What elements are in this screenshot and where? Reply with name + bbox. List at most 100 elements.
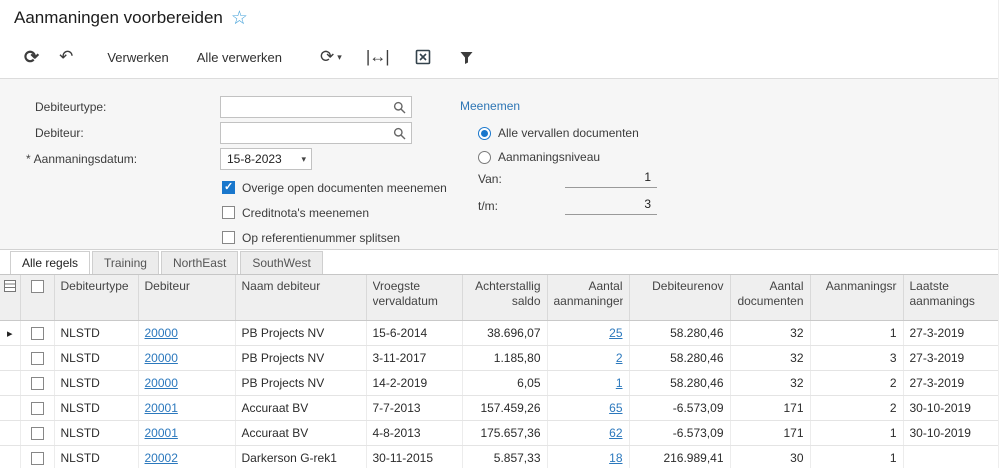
tab-training[interactable]: Training [92, 251, 159, 274]
aantal-aanmaningen-link[interactable]: 18 [609, 451, 622, 465]
tm-value: 3 [644, 197, 651, 211]
meenemen-radio[interactable] [478, 126, 491, 140]
aantal-aanmaningen-link[interactable]: 25 [609, 326, 622, 340]
column-header-achterstallig-saldo[interactable]: Achterstallig saldo [462, 275, 548, 321]
tab-northeast[interactable]: NorthEast [160, 251, 239, 274]
filter-checkbox[interactable] [222, 231, 235, 244]
column-header-laatste-aanmaning[interactable]: Laatste aanmanings [903, 275, 998, 321]
cell-achterstallig-saldo: 175.657,36 [462, 420, 548, 446]
fit-width-icon[interactable]: |↔| [358, 45, 397, 69]
cell-naam-debiteur: Darkerson G-rek1 [235, 445, 367, 468]
cell-debiteurenoverzicht: 216.989,41 [629, 445, 731, 468]
export-excel-icon[interactable] [407, 47, 439, 67]
alle-verwerken-button[interactable]: Alle verwerken [185, 46, 294, 69]
cell-achterstallig-saldo: 6,05 [462, 370, 548, 396]
cell-debiteurenoverzicht: 58.280,46 [629, 320, 731, 346]
debiteur-link[interactable]: 20001 [145, 401, 178, 415]
cell-debiteurtype: NLSTD [54, 395, 139, 421]
app-window: Aanmaningen voorbereiden ☆ ⟳ ↶ Verwerken… [0, 0, 999, 468]
debiteur-label: Debiteur: [35, 126, 84, 140]
filter-checkbox[interactable] [222, 180, 235, 194]
aanmaningsdatum-label: * Aanmaningsdatum: [26, 152, 138, 166]
table-row[interactable]: NLSTD 20001 Accuraat BV 4-8-2013 175.657,36 6… [0, 420, 998, 446]
cell-aantal-aanmaningen: 18 [547, 445, 630, 468]
column-header-debiteurenoverzicht[interactable]: Debiteurenov [629, 275, 731, 321]
cell-vroegste-vervaldatum: 3-11-2017 [366, 345, 463, 371]
cell-aantal-aanmaningen: 62 [547, 420, 630, 446]
cell-aanmaningsniveau: 1 [810, 320, 904, 346]
cell-laatste-aanmaning: 27-3-2019 [903, 320, 998, 346]
debiteurtype-input[interactable] [220, 96, 412, 118]
debiteur-link[interactable]: 20001 [145, 426, 178, 440]
aantal-aanmaningen-link[interactable]: 1 [616, 376, 623, 390]
debiteur-link[interactable]: 20000 [145, 376, 178, 390]
debiteur-link[interactable]: 20000 [145, 351, 178, 365]
cell-aantal-documenten: 32 [730, 345, 811, 371]
column-header-aantal-aanmaningen[interactable]: Aantal aanmaningen [547, 275, 630, 321]
table-row[interactable]: NLSTD 20000 PB Projects NV 14-2-2019 6,05 1 58… [0, 370, 998, 396]
van-input[interactable]: 1 [565, 167, 657, 188]
column-header-aantal-documenten[interactable]: Aantal documenten [730, 275, 811, 321]
debiteurtype-label: Debiteurtype: [35, 100, 107, 114]
cell-aantal-documenten: 171 [730, 395, 811, 421]
column-header-debiteurtype[interactable]: Debiteurtype [54, 275, 139, 321]
debiteur-link[interactable]: 20000 [145, 326, 178, 340]
title-bar: Aanmaningen voorbereiden ☆ [0, 0, 998, 36]
tab-southwest[interactable]: SouthWest [240, 251, 323, 274]
aanmaningsdatum-input[interactable]: 15-8-2023 ▾ [220, 148, 312, 170]
table-row[interactable]: ▸ NLSTD 20000 PB Projects NV 15-6-2014 38.696… [0, 320, 998, 346]
row-checkbox[interactable] [30, 326, 44, 340]
lookup-magnifier-icon[interactable] [393, 101, 406, 114]
row-checkbox[interactable] [30, 401, 44, 415]
filter-checkbox[interactable] [222, 206, 235, 219]
grid-settings-icon[interactable] [0, 275, 21, 321]
lookup-magnifier-icon[interactable] [393, 127, 406, 140]
cell-aanmaningsniveau: 1 [810, 420, 904, 446]
tab-strip: Alle regels Training NorthEast SouthWest [0, 250, 998, 275]
cell-aantal-documenten: 30 [730, 445, 811, 468]
column-header-vroegste-vervaldatum[interactable]: Vroegste vervaldatum [366, 275, 463, 321]
toolbar: ⟳ ↶ Verwerken Alle verwerken ⟳ ▾ |↔| [0, 36, 998, 78]
debiteur-input[interactable] [220, 122, 412, 144]
table-row[interactable]: NLSTD 20002 Darkerson G-rek1 30-11-2015 5.85… [0, 445, 998, 468]
meenemen-radio[interactable] [478, 150, 491, 164]
grid-table: Debiteurtype Debiteur Naam debiteur Vroegst… [0, 275, 998, 468]
verwerken-button[interactable]: Verwerken [95, 46, 180, 69]
required-marker: * [26, 152, 31, 166]
cell-vroegste-vervaldatum: 7-7-2013 [366, 395, 463, 421]
cell-debiteurtype: NLSTD [54, 420, 139, 446]
grid: Debiteurtype Debiteur Naam debiteur Vroegst… [0, 275, 998, 468]
refresh-icon[interactable]: ⟳ [16, 45, 47, 70]
chevron-down-icon: ▾ [337, 51, 342, 62]
reload-dropdown-button[interactable]: ⟳ ▾ [312, 45, 350, 69]
date-dropdown-icon[interactable]: ▾ [301, 154, 306, 165]
table-row[interactable]: NLSTD 20000 PB Projects NV 3-11-2017 1.185,8… [0, 345, 998, 371]
favorite-star-icon[interactable]: ☆ [231, 9, 248, 28]
cell-aantal-aanmaningen: 25 [547, 320, 630, 346]
tab-alle-regels[interactable]: Alle regels [10, 251, 91, 274]
cell-achterstallig-saldo: 157.459,26 [462, 395, 548, 421]
debiteur-link[interactable]: 20002 [145, 451, 178, 465]
cell-debiteurenoverzicht: -6.573,09 [629, 420, 731, 446]
aantal-aanmaningen-link[interactable]: 65 [609, 401, 622, 415]
filter-icon[interactable] [451, 48, 482, 67]
cell-debiteur: 20000 [138, 320, 236, 346]
cell-naam-debiteur: PB Projects NV [235, 370, 367, 396]
cell-aanmaningsniveau: 1 [810, 445, 904, 468]
current-row-marker: ▸ [6, 327, 13, 340]
table-row[interactable]: NLSTD 20001 Accuraat BV 7-7-2013 157.459,26 6… [0, 395, 998, 421]
tm-input[interactable]: 3 [565, 194, 657, 215]
column-header-debiteur[interactable]: Debiteur [138, 275, 236, 321]
row-checkbox[interactable] [30, 451, 44, 465]
column-header-naam-debiteur[interactable]: Naam debiteur [235, 275, 367, 321]
undo-icon[interactable]: ↶ [51, 45, 81, 69]
cell-debiteur: 20002 [138, 445, 236, 468]
column-header-aanmaningsniveau[interactable]: Aanmaningsr [810, 275, 904, 321]
cell-debiteurenoverzicht: 58.280,46 [629, 345, 731, 371]
row-checkbox[interactable] [30, 376, 44, 390]
row-checkbox[interactable] [30, 351, 44, 365]
row-checkbox[interactable] [30, 426, 44, 440]
select-all-checkbox[interactable] [30, 280, 44, 293]
aantal-aanmaningen-link[interactable]: 62 [609, 426, 622, 440]
aantal-aanmaningen-link[interactable]: 2 [616, 351, 623, 365]
